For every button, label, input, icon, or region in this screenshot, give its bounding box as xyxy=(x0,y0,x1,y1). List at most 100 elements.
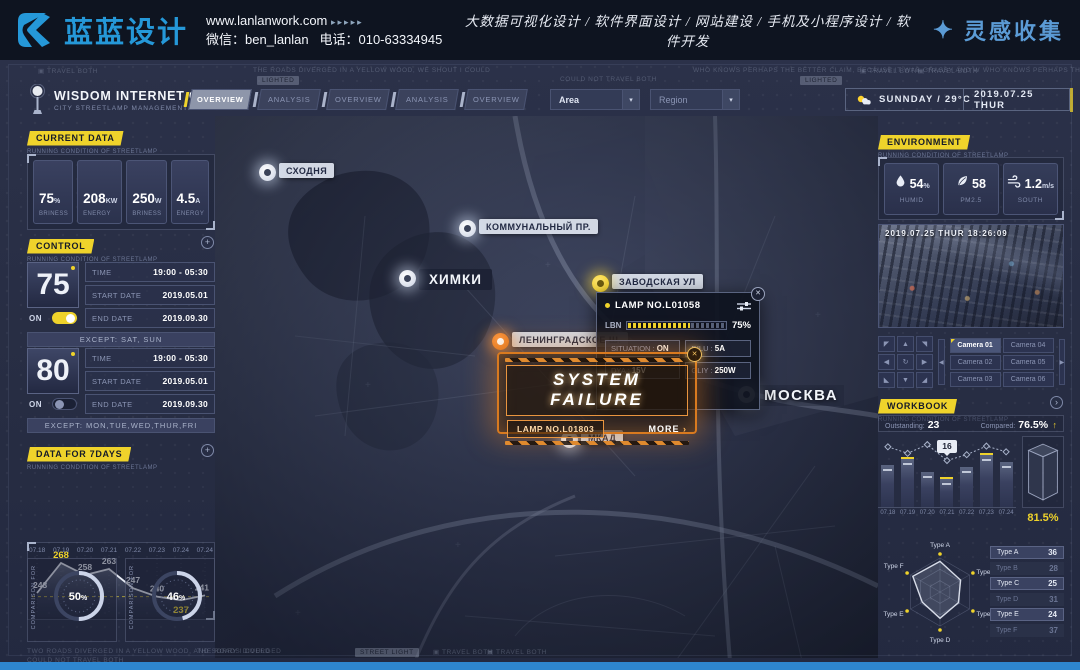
map-location-label[interactable]: ЗАВОДСКАЯ УЛ xyxy=(612,274,703,289)
tab-notch xyxy=(460,92,466,107)
schedule-field[interactable]: TIME19:00 - 05:30 xyxy=(85,348,215,368)
camera-button[interactable]: Camera 04 xyxy=(1003,338,1054,353)
legend-label: Type E xyxy=(997,611,1019,618)
pin-core xyxy=(597,280,604,287)
comparison-gauge[interactable]: COMPARISON FOR 46% xyxy=(125,558,215,642)
failure-title: SYSTEM FAILURE xyxy=(550,370,644,409)
decor-text: COULD NOT TRAVEL BOTH xyxy=(560,76,657,83)
map-pin-white[interactable] xyxy=(259,164,276,181)
panel-badge: CONTROL xyxy=(27,239,94,254)
collect-label: 灵感收集 xyxy=(964,14,1064,46)
map-pin-orange[interactable] xyxy=(492,333,509,350)
more-button[interactable]: MORE › xyxy=(648,424,687,434)
svg-text:+: + xyxy=(455,540,461,551)
workbook-more-button[interactable]: › xyxy=(1050,396,1063,409)
chevron-down-icon[interactable]: ▾ xyxy=(622,90,639,109)
workbook-bar[interactable] xyxy=(1000,462,1013,507)
x-tick-label: 07.21 xyxy=(939,510,954,516)
pan-right-button[interactable]: ▶ xyxy=(916,354,933,370)
brightness-label: LBN xyxy=(605,321,621,330)
pin-core xyxy=(264,169,271,176)
brightness-value: 75% xyxy=(732,320,751,331)
radar-legend-row[interactable]: Type B28 xyxy=(990,562,1064,575)
map-location-label[interactable]: КОММУНАЛЬНЫЙ ПР. xyxy=(479,219,598,234)
pan-down-button[interactable]: ▼ xyxy=(897,372,914,388)
field-label: START DATE xyxy=(92,291,141,300)
camera-button[interactable]: Camera 06 xyxy=(1003,372,1054,387)
map-pin-white[interactable] xyxy=(399,270,416,287)
inspiration-collect[interactable]: ✦ 灵感收集 xyxy=(933,14,1064,46)
environment-box: 54%HUMID58PM2.51.2m/sSOUTH xyxy=(878,157,1064,220)
region-select[interactable]: Region ▾ xyxy=(650,89,740,110)
panel-subtitle: RUNNING CONDITION OF STREETLAMP xyxy=(27,465,158,471)
close-icon[interactable]: ✕ xyxy=(687,347,702,362)
brightness-level: 75 xyxy=(27,262,79,308)
radar-legend-row[interactable]: Type F37 xyxy=(990,624,1064,637)
schedule-field[interactable]: END DATE2019.09.30 xyxy=(85,394,215,414)
pan-up-right-button[interactable]: ◥ xyxy=(916,336,933,352)
card-value: 58 xyxy=(972,177,986,191)
next-camera-button[interactable]: ▶ xyxy=(1059,339,1066,385)
power-toggle[interactable] xyxy=(52,312,77,324)
lanlan-logo[interactable]: 蓝蓝设计 xyxy=(16,9,188,51)
sun-cloud-icon xyxy=(856,94,872,106)
map-pin-yellow[interactable] xyxy=(592,275,609,292)
add-schedule-button[interactable]: + xyxy=(201,236,214,249)
panel-badge: CURRENT DATA xyxy=(27,131,124,146)
map-location-label[interactable]: СХОДНЯ xyxy=(279,163,334,178)
tab-analysis-1[interactable]: ANALYSIS xyxy=(257,89,321,110)
prev-camera-button[interactable]: ◀ xyxy=(938,339,945,385)
card-label: ENERGY xyxy=(177,211,205,217)
close-icon[interactable]: ✕ xyxy=(751,287,765,301)
workbook-bar[interactable] xyxy=(921,472,934,507)
tab-analysis-3[interactable]: ANALYSIS xyxy=(395,89,459,110)
field-label: END DATE xyxy=(92,400,133,409)
pan-up-left-button[interactable]: ◤ xyxy=(878,336,895,352)
schedule-field[interactable]: START DATE2019.05.01 xyxy=(85,371,215,391)
scrollbar-marker[interactable] xyxy=(1070,88,1073,112)
brightness-bar[interactable] xyxy=(626,321,727,330)
current-data-card: 250WBRINESS xyxy=(126,160,166,224)
workbook-bar[interactable] xyxy=(960,467,973,507)
services-list: 大数据可视化设计 / 软件界面设计 / 网站建设 / 手机及小程序设计 / 软件… xyxy=(460,10,915,50)
power-toggle[interactable] xyxy=(52,398,77,410)
workbook-bar[interactable] xyxy=(940,477,953,507)
workbook-bar[interactable] xyxy=(901,457,914,507)
tab-overview-4[interactable]: OVERVIEW xyxy=(464,89,528,110)
camera-button[interactable]: Camera 02 xyxy=(950,355,1001,370)
schedule-field[interactable]: END DATE2019.09.30 xyxy=(85,308,215,328)
radar-legend-row[interactable]: Type E24 xyxy=(990,608,1064,621)
radar-legend-row[interactable]: Type C25 xyxy=(990,577,1064,590)
radar-legend-row[interactable]: Type A36 xyxy=(990,546,1064,559)
comparison-gauge[interactable]: COMPARISON FOR 50% xyxy=(27,558,117,642)
workbook-bar[interactable] xyxy=(881,465,894,507)
tab-overview-2[interactable]: OVERVIEW xyxy=(326,89,390,110)
map-location-label[interactable]: ХИМКИ xyxy=(419,269,492,290)
pan-down-right-button[interactable]: ◢ xyxy=(916,372,933,388)
x-tick-label: 07.23 xyxy=(149,547,165,554)
hazard-stripe xyxy=(505,358,689,362)
map-location-label[interactable]: МОСКВА xyxy=(758,385,844,406)
workbook-bar[interactable] xyxy=(980,453,993,507)
camera-button[interactable]: Camera 01 xyxy=(950,338,1001,353)
pan-down-left-button[interactable]: ◣ xyxy=(878,372,895,388)
sliders-icon[interactable] xyxy=(737,301,751,311)
expand-chart-button[interactable]: + xyxy=(201,444,214,457)
svg-text:+: + xyxy=(545,260,551,271)
map-pin-white[interactable] xyxy=(459,220,476,237)
website-link[interactable]: www.lanlanwork.com xyxy=(206,13,327,28)
chevron-down-icon[interactable]: ▾ xyxy=(722,90,739,109)
area-select[interactable]: Area ▾ xyxy=(550,89,640,110)
rotate-button[interactable]: ↻ xyxy=(897,354,914,370)
pan-up-button[interactable]: ▲ xyxy=(897,336,914,352)
camera-button[interactable]: Camera 03 xyxy=(950,372,1001,387)
pan-left-button[interactable]: ◀ xyxy=(878,354,895,370)
environment-panel: ENVIRONMENT RUNNING CONDITION OF STREETL… xyxy=(878,132,1009,159)
camera-feed[interactable]: 2019.07.25 THUR 18:26:09 xyxy=(878,224,1064,328)
schedule-field[interactable]: TIME19:00 - 05:30 xyxy=(85,262,215,282)
tab-bar: OVERVIEWANALYSISOVERVIEWANALYSISOVERVIEW xyxy=(190,89,526,110)
legend-value: 37 xyxy=(1049,626,1058,635)
camera-button[interactable]: Camera 05 xyxy=(1003,355,1054,370)
radar-legend-row[interactable]: Type D31 xyxy=(990,593,1064,606)
schedule-field[interactable]: START DATE2019.05.01 xyxy=(85,285,215,305)
